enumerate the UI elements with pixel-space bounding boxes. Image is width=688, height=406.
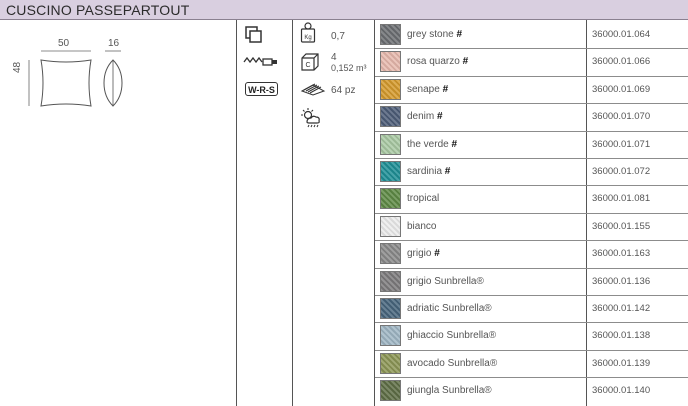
row-divider — [375, 240, 688, 242]
color-mark: # — [442, 166, 451, 177]
color-name-text: denim — [407, 111, 435, 123]
color-mark: # — [434, 111, 443, 123]
color-swatch — [380, 352, 401, 374]
row-divider — [375, 212, 688, 214]
color-name: bianco — [407, 221, 436, 232]
color-name: ghiaccio Sunbrella® — [407, 330, 496, 341]
color-code: 36000.01.139 — [592, 357, 651, 369]
row-divider — [375, 75, 688, 77]
color-name: rosa quarzo # — [407, 56, 468, 67]
row-divider — [375, 377, 688, 379]
color-code: 36000.01.142 — [592, 303, 651, 314]
color-mark: # — [448, 138, 458, 150]
svg-text:Kg: Kg — [304, 35, 311, 41]
color-name-text: adriatic Sunbrella® — [407, 303, 492, 314]
color-code: 36000.01.064 — [592, 29, 651, 40]
weight-icon: Kg — [300, 22, 316, 43]
color-swatch — [380, 24, 401, 45]
product-title: CUSCINO PASSEPARTOUT — [6, 2, 190, 18]
color-name-text: bianco — [407, 220, 437, 232]
color-swatch — [380, 51, 401, 73]
svg-text:C: C — [305, 62, 310, 69]
row-divider — [375, 103, 688, 105]
color-mark: # — [439, 83, 449, 95]
stackable-icon — [245, 26, 262, 43]
color-swatch — [380, 188, 401, 210]
color-name-text: ghiaccio Sunbrella® — [407, 330, 497, 342]
color-swatch — [380, 133, 401, 155]
color-swatch — [380, 161, 401, 182]
color-name: senape # — [407, 84, 448, 95]
color-name-text: tropical — [407, 193, 440, 205]
color-mark: # — [453, 29, 463, 40]
color-swatch — [380, 325, 401, 347]
color-code: 36000.01.072 — [592, 166, 651, 177]
color-name: avocado Sunbrella® — [407, 358, 497, 369]
cushion-drawing — [28, 50, 123, 107]
color-code: 36000.01.081 — [592, 193, 651, 205]
row-divider — [375, 185, 688, 187]
color-swatch — [380, 78, 401, 100]
pallet-value: 64 pz — [331, 85, 356, 96]
color-code: 36000.01.163 — [592, 248, 651, 260]
color-name: denim # — [407, 111, 443, 122]
color-swatch — [380, 298, 401, 319]
color-swatch — [380, 380, 401, 402]
color-code: 36000.01.138 — [592, 330, 651, 342]
color-code: 36000.01.155 — [592, 220, 651, 232]
title-bar: CUSCINO PASSEPARTOUT — [0, 0, 688, 20]
color-name-text: avocado Sunbrella® — [407, 357, 498, 369]
color-swatch — [380, 243, 401, 265]
row-divider — [375, 48, 688, 50]
color-name-text: senape — [407, 83, 440, 95]
color-name: the verde # — [407, 139, 457, 150]
color-name-text: giungla Sunbrella® — [407, 385, 492, 397]
color-name: grigio # — [407, 248, 440, 259]
volume-value: 0,152 m³ — [331, 63, 367, 73]
color-code: 36000.01.136 — [592, 275, 651, 287]
color-name: grigio Sunbrella® — [407, 276, 484, 287]
weight-value: 0,7 — [331, 31, 345, 42]
color-code: 36000.01.140 — [592, 385, 651, 397]
color-name: adriatic Sunbrella® — [407, 303, 492, 314]
color-code: 36000.01.070 — [592, 111, 651, 123]
column-divider — [292, 20, 293, 406]
color-name: tropical — [407, 193, 439, 204]
color-swatch — [380, 270, 401, 292]
row-divider — [375, 322, 688, 324]
row-divider — [375, 130, 688, 132]
color-name: giungla Sunbrella® — [407, 385, 492, 396]
color-code: 36000.01.066 — [592, 56, 651, 68]
color-mark: # — [431, 248, 440, 260]
height-value: 48 — [12, 61, 23, 73]
color-name-text: grigio Sunbrella® — [407, 275, 484, 287]
row-divider — [375, 158, 688, 159]
color-name-text: grey stone — [407, 29, 454, 40]
row-divider — [375, 295, 688, 296]
wrs-badge: W-R-S — [245, 82, 278, 96]
color-name-text: grigio — [407, 248, 432, 260]
color-code: 36000.01.071 — [592, 138, 651, 150]
color-code: 36000.01.069 — [592, 83, 651, 95]
color-mark: # — [459, 56, 469, 68]
row-divider — [375, 349, 688, 351]
color-name-text: sardinia — [407, 166, 443, 177]
pallet-icon — [300, 83, 326, 96]
pack-count-value: 4 — [331, 52, 337, 63]
color-name: grey stone # — [407, 29, 462, 40]
pack-volume-icon: C — [301, 53, 319, 71]
color-swatch — [380, 106, 401, 128]
row-divider — [375, 267, 688, 269]
color-name-text: the verde — [407, 138, 449, 150]
outdoor-weather-icon — [301, 108, 320, 128]
color-name: sardinia # — [407, 166, 450, 177]
color-swatch — [380, 215, 401, 237]
zipper-icon — [243, 56, 277, 66]
column-divider — [236, 20, 237, 406]
color-name-text: rosa quarzo — [407, 56, 460, 68]
